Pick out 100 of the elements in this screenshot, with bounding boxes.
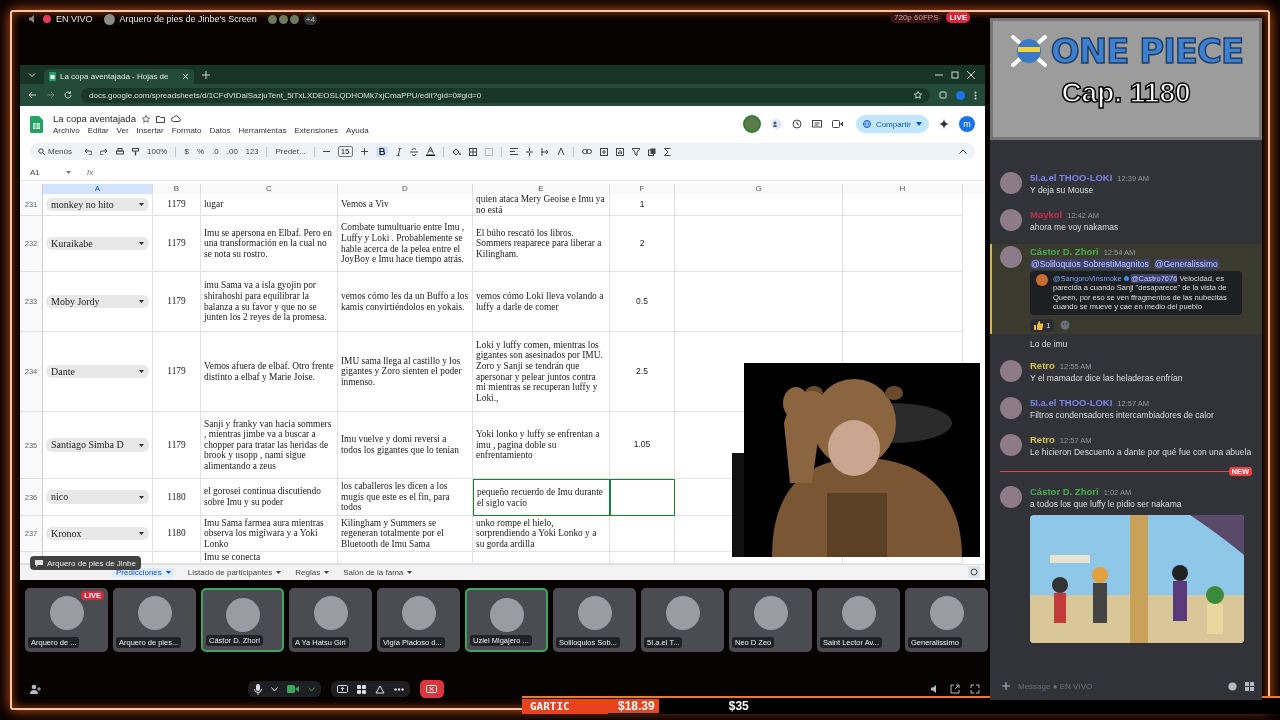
explore-icon[interactable]	[968, 566, 980, 578]
author-name[interactable]: 5I.a.el THOO-LOKI	[1030, 396, 1113, 408]
decrease-decimals-button[interactable]: .0	[212, 147, 219, 156]
menu-item[interactable]: Ayuda	[346, 126, 369, 135]
mention[interactable]: @Soliloquios SobrestiMagnitos	[1030, 259, 1150, 270]
emoji-icon[interactable]	[1228, 681, 1237, 691]
more-icon[interactable]	[393, 687, 404, 691]
avatar[interactable]	[1000, 396, 1022, 419]
avatar[interactable]	[1000, 209, 1022, 232]
borders-icon[interactable]	[468, 147, 477, 156]
sum-icon[interactable]	[663, 147, 671, 156]
name-dropdown[interactable]: Kuraikabe	[46, 236, 149, 251]
bold-icon[interactable]	[375, 146, 388, 157]
strikethrough-icon[interactable]	[409, 147, 418, 156]
table-cell[interactable]: nico	[43, 479, 153, 516]
disconnect-button[interactable]	[419, 680, 444, 698]
comment-icon[interactable]	[811, 119, 822, 129]
account-avatar[interactable]: m	[959, 116, 975, 132]
message-input[interactable]: Message ● EN VIVO	[1018, 681, 1220, 691]
wrap-icon[interactable]	[540, 147, 549, 156]
more-icon[interactable]	[974, 90, 977, 100]
plus-icon[interactable]	[1002, 682, 1010, 690]
menu-item[interactable]: Insertar	[136, 126, 164, 135]
avatar[interactable]	[1000, 433, 1022, 456]
menu-item[interactable]: Ver	[116, 126, 129, 135]
browser-tab[interactable]: La copa aventajada - Hojas de	[44, 69, 194, 84]
restore-icon[interactable]	[951, 70, 959, 79]
menu-item[interactable]: Editar	[87, 126, 109, 135]
table-cell[interactable]: Santiago Simba D	[43, 412, 153, 479]
document-title[interactable]: La copa aventajada	[53, 113, 136, 124]
folder-icon[interactable]	[155, 114, 165, 123]
menu-item[interactable]: Datos	[209, 126, 231, 135]
column-header[interactable]: E	[473, 184, 610, 194]
puzzle-icon[interactable]	[939, 91, 947, 99]
fill-color-icon[interactable]	[451, 147, 461, 156]
address-bar[interactable]: docs.google.com/spreadsheets/d/1CFdVtDalSazjuTent_5iTxLXDEOSLQDHOMk7xjCmaPPU/edit?gid=0#gid=0	[81, 87, 930, 103]
menu-item[interactable]: Formato	[171, 126, 202, 135]
zoom-select[interactable]: 100%	[147, 147, 168, 156]
microphone-icon[interactable]	[253, 683, 262, 695]
percent-format-button[interactable]: %	[196, 147, 205, 156]
author-name[interactable]: Cástor D. Zhori	[1030, 485, 1099, 497]
cloud-icon[interactable]	[170, 115, 181, 122]
close-icon[interactable]	[967, 70, 975, 79]
selected-cell[interactable]	[610, 479, 675, 516]
avatar[interactable]	[1000, 172, 1022, 194]
author-name[interactable]: 5I.a.el THOO-LOKI	[1030, 172, 1113, 183]
selected-cell[interactable]: pequeño recuerdo de Imu durante el siglo vacío	[473, 479, 610, 516]
menu-item[interactable]: Herramientas	[238, 126, 287, 135]
column-header[interactable]: F	[610, 184, 675, 194]
popout-icon[interactable]	[950, 684, 960, 694]
rotate-text-icon[interactable]	[556, 147, 565, 156]
collaborator-avatar[interactable]	[742, 115, 761, 133]
sheets-logo-icon[interactable]	[30, 115, 43, 133]
column-header[interactable]: H	[843, 184, 963, 194]
history-icon[interactable]	[791, 119, 802, 129]
author-name[interactable]: Retro	[1030, 433, 1055, 445]
vertical-align-icon[interactable]	[525, 147, 533, 156]
align-icon[interactable]	[509, 148, 518, 155]
sheet-tab[interactable]: Listado de participantes	[187, 567, 282, 577]
column-header[interactable]: G	[675, 184, 843, 194]
menu-item[interactable]: Archivo	[53, 126, 80, 135]
avatar[interactable]	[1000, 246, 1022, 269]
reaction[interactable]: 1	[1030, 318, 1055, 332]
apps-icon[interactable]	[1245, 681, 1254, 691]
column-header[interactable]: A	[43, 184, 153, 194]
apps-icon[interactable]	[356, 684, 366, 694]
mention[interactable]: @Generalissimo	[1153, 259, 1219, 270]
minus-icon[interactable]	[322, 148, 330, 155]
reload-icon[interactable]	[64, 91, 72, 99]
sheet-tab[interactable]: Salón de la fama	[343, 567, 413, 577]
paint-format-icon[interactable]	[132, 147, 139, 156]
print-icon[interactable]	[116, 147, 124, 156]
sheet-tab[interactable]: Reglas	[295, 567, 330, 577]
author-name[interactable]: Cástor D. Zhori	[1030, 246, 1099, 258]
camera-icon[interactable]	[286, 685, 299, 693]
avatar[interactable]	[1000, 359, 1022, 382]
video-call-icon[interactable]	[831, 120, 846, 128]
back-icon[interactable]	[28, 91, 37, 99]
star-icon[interactable]	[141, 114, 150, 123]
name-dropdown[interactable]: Kronox	[46, 526, 149, 541]
column-header[interactable]: B	[153, 184, 201, 194]
add-user-icon[interactable]	[30, 684, 41, 694]
insert-comment-icon[interactable]	[599, 147, 608, 156]
name-dropdown[interactable]: Dante	[46, 364, 149, 379]
screen-share-icon[interactable]	[336, 684, 348, 694]
font-select[interactable]: Predet...	[275, 147, 306, 156]
currency-format-button[interactable]: $	[184, 147, 189, 156]
font-size-field[interactable]: 15	[337, 146, 353, 157]
table-cell[interactable]: Kronox	[43, 516, 153, 552]
menu-item[interactable]: Extensiones	[294, 126, 339, 135]
table-cell[interactable]: Dante	[43, 332, 153, 412]
author-name[interactable]: Retro	[1030, 359, 1055, 371]
plus-icon[interactable]	[360, 148, 368, 155]
comments-icon[interactable]	[770, 119, 782, 129]
caret-icon[interactable]	[66, 170, 71, 174]
sparkle-icon[interactable]	[939, 119, 949, 129]
name-dropdown[interactable]: nico	[46, 490, 149, 504]
share-button[interactable]: Compartir	[855, 115, 929, 133]
link-icon[interactable]	[581, 149, 592, 154]
column-header[interactable]: C	[201, 184, 338, 194]
